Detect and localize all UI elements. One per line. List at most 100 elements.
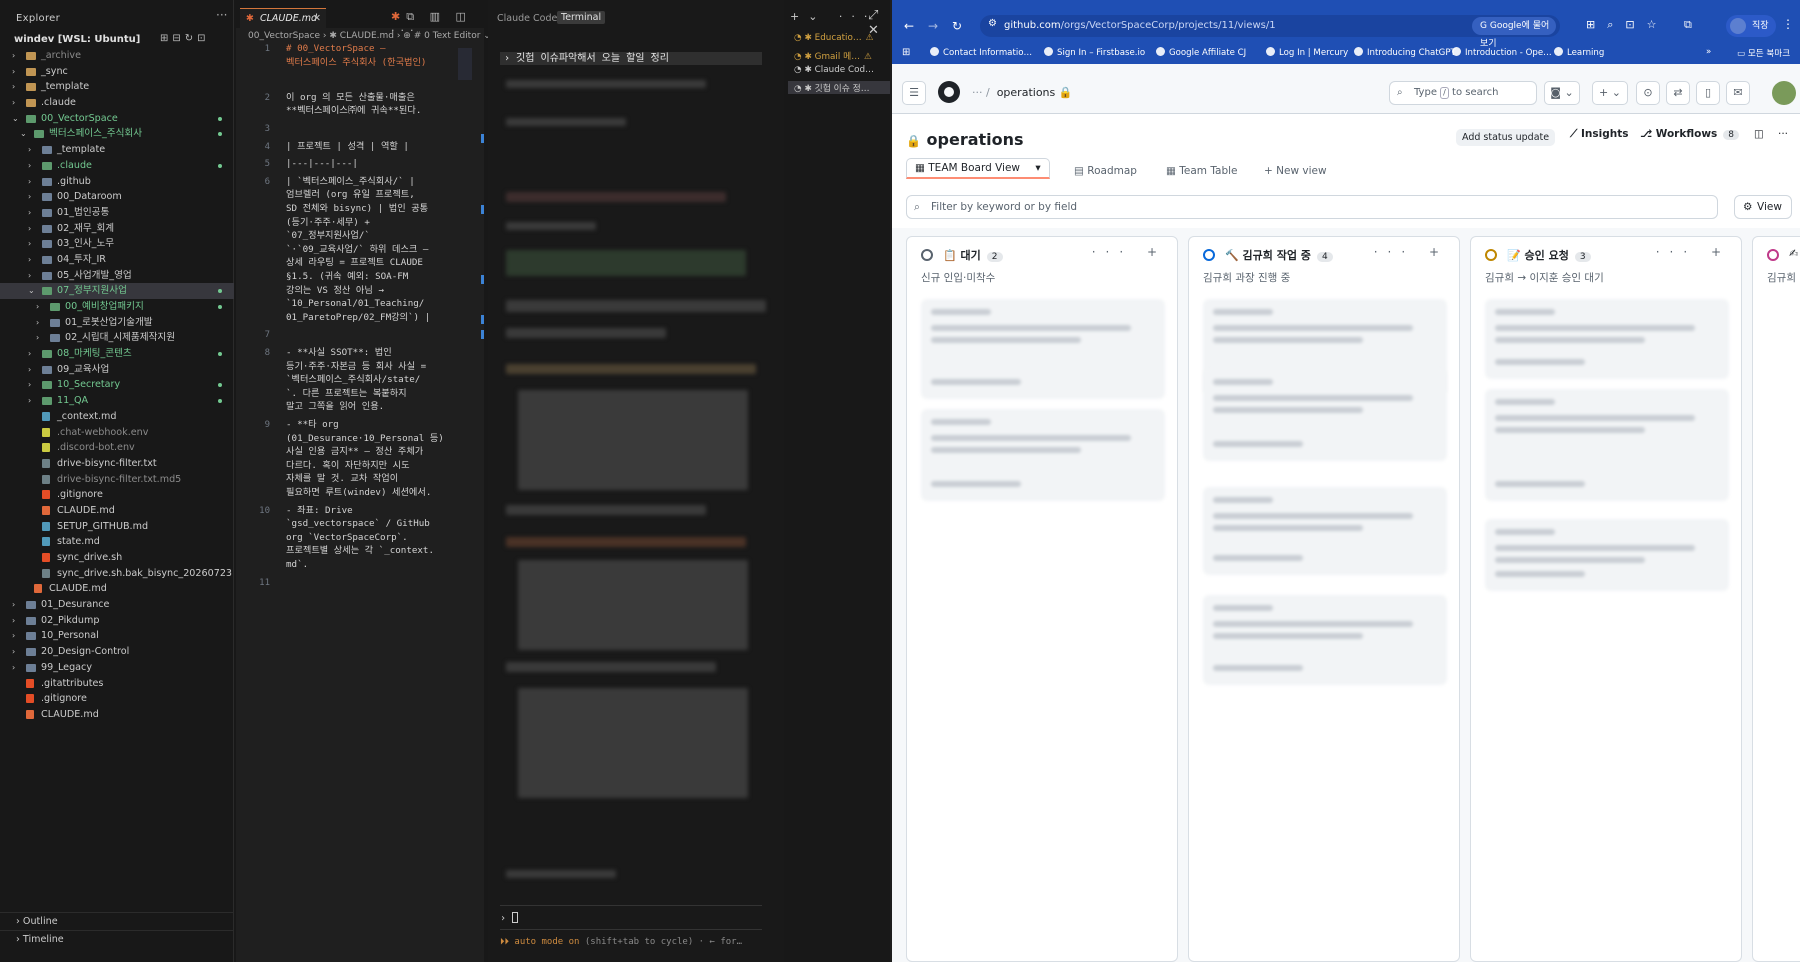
outline-section[interactable]: › Outline [0,912,234,930]
column-actions[interactable]: ··· + [1374,245,1449,259]
column-actions[interactable]: ··· + [1092,245,1167,259]
search-input[interactable]: ⌕ Type / to search [1389,81,1537,105]
chevron-right-icon[interactable]: › [12,95,15,111]
chevron-down-icon[interactable]: ⌄ [12,111,19,127]
forward-icon[interactable]: → [928,19,938,33]
folder-item[interactable]: › 01_법인공통 [0,205,234,221]
folder-item[interactable]: › 00_Dataroom [0,189,234,205]
browser-action-icons[interactable]: ⊞⌕⊡☆ ⧉ [1586,18,1704,32]
user-avatar[interactable] [1772,81,1796,105]
add-status-update-button[interactable]: Add status update [1456,129,1556,146]
chevron-right-icon[interactable]: › [28,362,31,378]
chevron-right-icon[interactable]: › [12,660,15,676]
issues-icon[interactable]: ⊙ [1636,81,1660,105]
profile-button[interactable]: 직장 [1726,15,1776,37]
apps-icon[interactable]: ⊞ [902,47,910,58]
bookmarks-overflow-icon[interactable]: » [1706,47,1711,57]
issue-card[interactable] [1485,299,1729,379]
column-actions[interactable]: ··· + [1656,245,1731,259]
folder-item[interactable]: › 09_교육사업 [0,362,234,378]
folder-item[interactable]: ⌄ 00_VectorSpace [0,111,234,127]
tab-claude-md[interactable]: ✱ CLAUDE.md ✕ [240,8,326,28]
issue-card[interactable] [1485,519,1729,591]
folder-item[interactable]: › .claude [0,158,234,174]
bookmark-item[interactable]: Google Affiliate CJ [1156,47,1246,58]
folder-item[interactable]: › 05_사업개발_영업 [0,268,234,284]
pull-requests-icon[interactable]: ⇄ [1666,81,1690,105]
session-item[interactable]: ◔ ✱ Educatio… ⚠ [794,33,874,43]
site-info-icon[interactable]: ⚙ [988,18,997,29]
browser-menu-icon[interactable]: ⋮ [1782,17,1794,31]
chevron-down-icon[interactable]: ▾ [1035,162,1040,174]
folder-item[interactable]: › 02_Pikdump [0,613,234,629]
all-bookmarks[interactable]: ▭ 모든 북마크 [1737,47,1790,59]
folder-item[interactable]: › 08_마케팅_콘텐츠 [0,346,234,362]
folder-item[interactable]: › 02_시립대_시제품제작지원 [0,330,234,346]
session-item[interactable]: ◔ ✱ Claude Cod… [794,65,874,75]
file-item[interactable]: CLAUDE.md [0,581,234,597]
breadcrumb[interactable]: 00_VectorSpace › ✱ CLAUDE.md › ⊕ # 0 Tex… [248,31,491,41]
close-icon[interactable]: ✕ [313,9,321,28]
workspace-root[interactable]: windev [WSL: Ubuntu] [14,34,140,45]
session-item[interactable]: ◔ ✱ Gmail 메… ⚠ [794,49,872,62]
file-item[interactable]: SETUP_GITHUB.md [0,519,234,535]
more-actions-icon[interactable]: ··· [216,8,227,22]
url-text[interactable]: github.com/orgs/VectorSpaceCorp/projects… [1004,20,1276,31]
more-options-icon[interactable]: ··· [1778,128,1788,140]
folder-item[interactable]: › 10_Personal [0,628,234,644]
folder-item[interactable]: › 01_로봇산업기술개발 [0,315,234,331]
back-icon[interactable]: ← [904,19,914,33]
file-item[interactable]: CLAUDE.md [0,707,234,723]
sidebar-toggle-icon[interactable]: ◫ [1754,128,1764,140]
folder-item[interactable]: › .github [0,174,234,190]
folder-item[interactable]: › 04_투자_IR [0,252,234,268]
tab-terminal[interactable]: Terminal [557,11,606,24]
file-item[interactable]: sync_drive.sh.bak_bisync_20260723 [0,566,234,582]
chevron-right-icon[interactable]: › [28,252,31,268]
bookmark-item[interactable]: Learning [1554,47,1604,58]
chevron-right-icon[interactable]: › [28,236,31,252]
chevron-right-icon[interactable]: › [28,189,31,205]
tab-roadmap[interactable]: ▤ Roadmap [1074,165,1137,177]
timeline-section[interactable]: › Timeline [0,930,234,948]
breadcrumb-nav[interactable]: ··· / operations 🔒 [972,86,1072,99]
file-item[interactable]: .chat-webhook.env [0,425,234,441]
github-logo-icon[interactable] [938,81,960,103]
folder-item[interactable]: › 99_Legacy [0,660,234,676]
chevron-right-icon[interactable]: › [12,597,15,613]
folder-item[interactable]: › 03_인사_노무 [0,236,234,252]
chevron-down-icon[interactable]: ⌄ [28,283,35,299]
bookmark-item[interactable]: Introducing ChatGPT [1354,47,1456,58]
chevron-right-icon[interactable]: › [12,48,15,64]
repositories-icon[interactable]: ▯ [1696,81,1720,105]
folder-item[interactable]: › .claude [0,95,234,111]
bookmark-item[interactable]: Log In | Mercury [1266,47,1348,58]
breadcrumb-operations[interactable]: operations [997,86,1056,99]
create-new-icon[interactable]: + ⌄ [1592,81,1628,105]
chevron-right-icon[interactable]: › [12,79,15,95]
insights-button[interactable]: ⟋ Insights [1570,128,1629,141]
folder-item[interactable]: › 00_예비창업패키지 [0,299,234,315]
folder-item[interactable]: › 02_재무_회계 [0,221,234,237]
filter-input[interactable]: ⌕ Filter by keyword or by field [906,195,1718,219]
chevron-right-icon[interactable]: › [28,346,31,362]
file-item[interactable]: drive-bisync-filter.txt.md5 [0,472,234,488]
folder-item[interactable]: › 20_Design-Control [0,644,234,660]
bookmark-item[interactable]: Introduction - Ope… [1452,47,1552,58]
explorer-toolbar[interactable]: ⊞⊟↻⊡ [160,33,210,44]
file-item[interactable]: sync_drive.sh [0,550,234,566]
chevron-right-icon[interactable]: › [36,315,39,331]
view-options-button[interactable]: ⚙ View [1734,195,1792,219]
chevron-right-icon[interactable]: › [36,299,39,315]
issue-card[interactable] [1203,369,1447,461]
reload-icon[interactable]: ↻ [952,19,962,33]
copilot-icon[interactable]: ◙ ⌄ [1544,81,1580,105]
chevron-right-icon[interactable]: › [28,174,31,190]
new-view-button[interactable]: + New view [1264,165,1327,177]
chevron-right-icon[interactable]: › [28,142,31,158]
chevron-right-icon[interactable]: › [12,644,15,660]
file-item[interactable]: .gitattributes [0,676,234,692]
bookmark-item[interactable]: Contact Informatio… [930,47,1032,58]
close-panel-icon[interactable]: ⤢ ✕ [868,8,890,38]
chevron-right-icon[interactable]: › [28,221,31,237]
